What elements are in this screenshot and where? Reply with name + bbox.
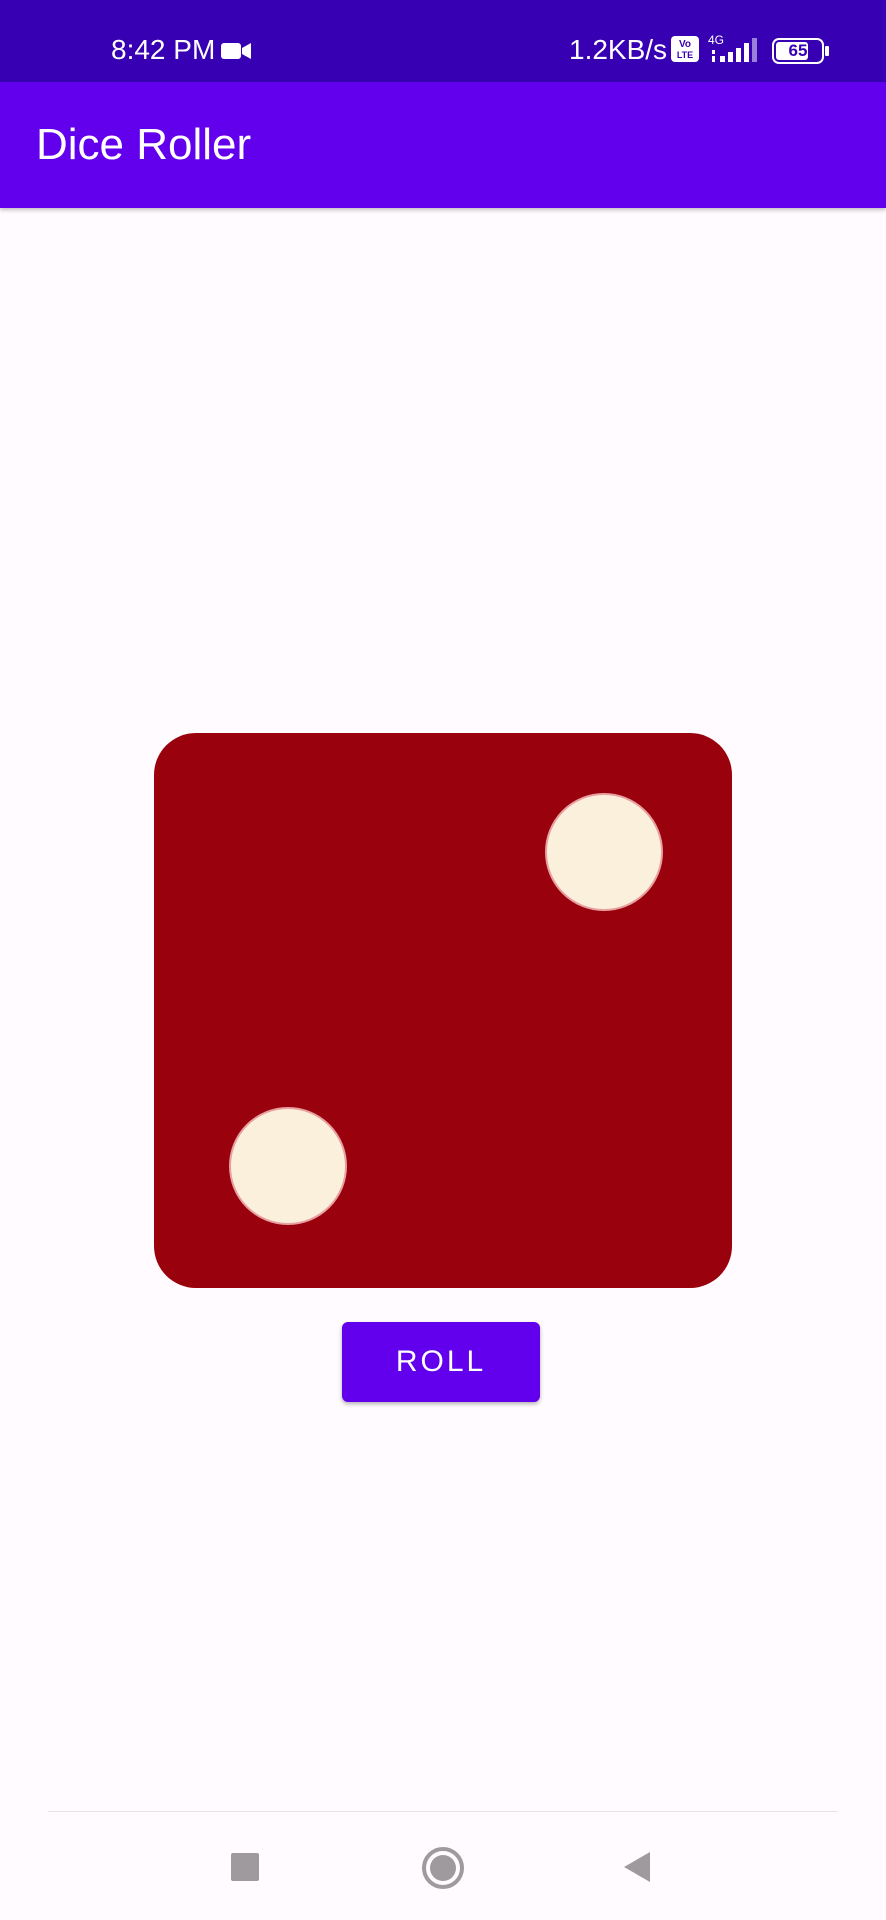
battery-level: 65 <box>788 41 808 60</box>
app-title: Dice Roller <box>36 120 252 169</box>
svg-text:LTE: LTE <box>677 50 693 60</box>
dice-pip-top-right <box>545 793 663 911</box>
svg-text:Vo: Vo <box>679 39 691 50</box>
status-bar: 8:42 PM 1.2KB/s Vo LTE 4G 65 <box>0 0 886 82</box>
home-icon[interactable] <box>421 1846 465 1890</box>
volte-icon: Vo LTE <box>671 36 699 62</box>
network-type-label: 4G <box>708 33 724 47</box>
dice-pip-bottom-left <box>229 1107 347 1225</box>
navigation-bar <box>0 1812 886 1920</box>
recents-icon[interactable] <box>231 1853 259 1881</box>
roll-button[interactable]: ROLL <box>342 1322 540 1402</box>
signal-icon: 4G <box>708 33 757 62</box>
network-speed: 1.2KB/s <box>569 34 668 65</box>
app-bar: Dice Roller <box>0 82 886 208</box>
video-camera-icon <box>221 43 251 59</box>
status-time: 8:42 PM <box>111 34 216 65</box>
back-icon[interactable] <box>620 1850 654 1884</box>
dice-image <box>154 733 732 1288</box>
